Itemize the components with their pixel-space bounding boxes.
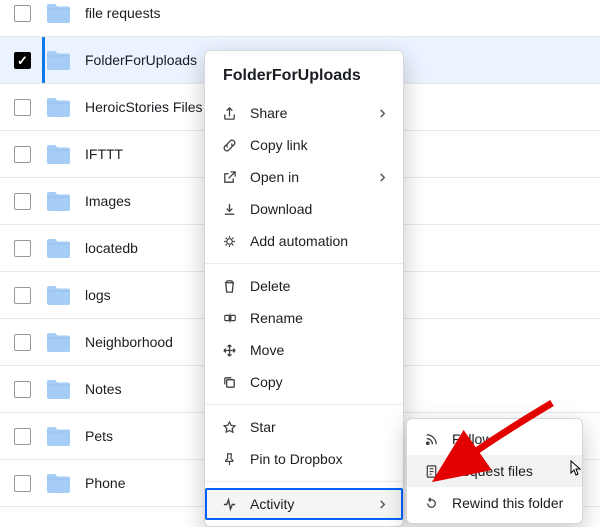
move-icon <box>221 342 238 359</box>
folder-icon <box>45 190 71 212</box>
folder-name: file requests <box>85 5 600 21</box>
checkbox[interactable] <box>14 5 31 22</box>
folder-icon <box>45 284 71 306</box>
menu-item-label: Add automation <box>250 233 387 249</box>
download-icon <box>221 201 238 218</box>
delete-icon <box>221 278 238 295</box>
submenu-item-label: Request files <box>452 463 566 479</box>
menu-item-label: Delete <box>250 278 387 294</box>
folder-icon <box>45 96 71 118</box>
submenu-item-label: Rewind this folder <box>452 495 566 511</box>
folder-icon <box>45 472 71 494</box>
menu-item-automation[interactable]: Add automation <box>205 225 403 257</box>
activity-icon <box>221 496 238 513</box>
folder-icon <box>45 237 71 259</box>
menu-item-download[interactable]: Download <box>205 193 403 225</box>
menu-item-label: Activity <box>250 496 366 512</box>
menu-separator <box>205 263 403 264</box>
chevron-right-icon <box>378 105 387 121</box>
submenu-item-label: Follow <box>452 431 566 447</box>
menu-item-label: Copy link <box>250 137 387 153</box>
activity-submenu: Follow Request files Rewind this folder <box>406 418 583 524</box>
menu-item-open[interactable]: Open in <box>205 161 403 193</box>
checkbox[interactable] <box>14 428 31 445</box>
link-icon <box>221 137 238 154</box>
checkbox[interactable] <box>14 381 31 398</box>
menu-item-move[interactable]: Move <box>205 334 403 366</box>
star-icon <box>221 419 238 436</box>
mouse-cursor-icon <box>566 460 582 480</box>
rewind-icon <box>423 495 440 512</box>
menu-item-label: Pin to Dropbox <box>250 451 387 467</box>
menu-separator <box>205 481 403 482</box>
folder-icon <box>45 2 71 24</box>
rename-icon <box>221 310 238 327</box>
pin-icon <box>221 451 238 468</box>
menu-item-pin[interactable]: Pin to Dropbox <box>205 443 403 475</box>
menu-item-label: Copy <box>250 374 387 390</box>
folder-icon <box>45 331 71 353</box>
context-menu: FolderForUploads Share Copy link Open in Dow… <box>204 50 404 527</box>
menu-item-label: Open in <box>250 169 366 185</box>
folder-icon <box>45 425 71 447</box>
submenu-item-follow[interactable]: Follow <box>407 423 582 455</box>
chevron-right-icon <box>378 496 387 512</box>
checkbox[interactable] <box>14 475 31 492</box>
checkbox[interactable] <box>14 334 31 351</box>
checkbox[interactable] <box>14 146 31 163</box>
menu-item-activity[interactable]: Activity <box>205 488 403 520</box>
folder-row[interactable]: file requests <box>0 0 600 37</box>
context-menu-title: FolderForUploads <box>205 57 403 97</box>
folder-icon <box>45 49 71 71</box>
menu-item-label: Rename <box>250 310 387 326</box>
checkbox[interactable] <box>14 240 31 257</box>
automation-icon <box>221 233 238 250</box>
checkbox[interactable] <box>14 193 31 210</box>
checkbox[interactable] <box>14 52 31 69</box>
menu-item-label: Share <box>250 105 366 121</box>
share-icon <box>221 105 238 122</box>
menu-separator <box>205 404 403 405</box>
checkbox[interactable] <box>14 287 31 304</box>
menu-item-label: Move <box>250 342 387 358</box>
menu-item-star[interactable]: Star <box>205 411 403 443</box>
submenu-item-rewind[interactable]: Rewind this folder <box>407 487 582 519</box>
folder-icon <box>45 378 71 400</box>
folder-icon <box>45 143 71 165</box>
follow-icon <box>423 431 440 448</box>
menu-item-rename[interactable]: Rename <box>205 302 403 334</box>
menu-item-label: Download <box>250 201 387 217</box>
checkbox[interactable] <box>14 99 31 116</box>
menu-item-link[interactable]: Copy link <box>205 129 403 161</box>
menu-item-share[interactable]: Share <box>205 97 403 129</box>
copy-icon <box>221 374 238 391</box>
submenu-item-request[interactable]: Request files <box>407 455 582 487</box>
menu-item-delete[interactable]: Delete <box>205 270 403 302</box>
chevron-right-icon <box>378 169 387 185</box>
menu-item-label: Star <box>250 419 387 435</box>
open-icon <box>221 169 238 186</box>
menu-item-copy[interactable]: Copy <box>205 366 403 398</box>
request-icon <box>423 463 440 480</box>
